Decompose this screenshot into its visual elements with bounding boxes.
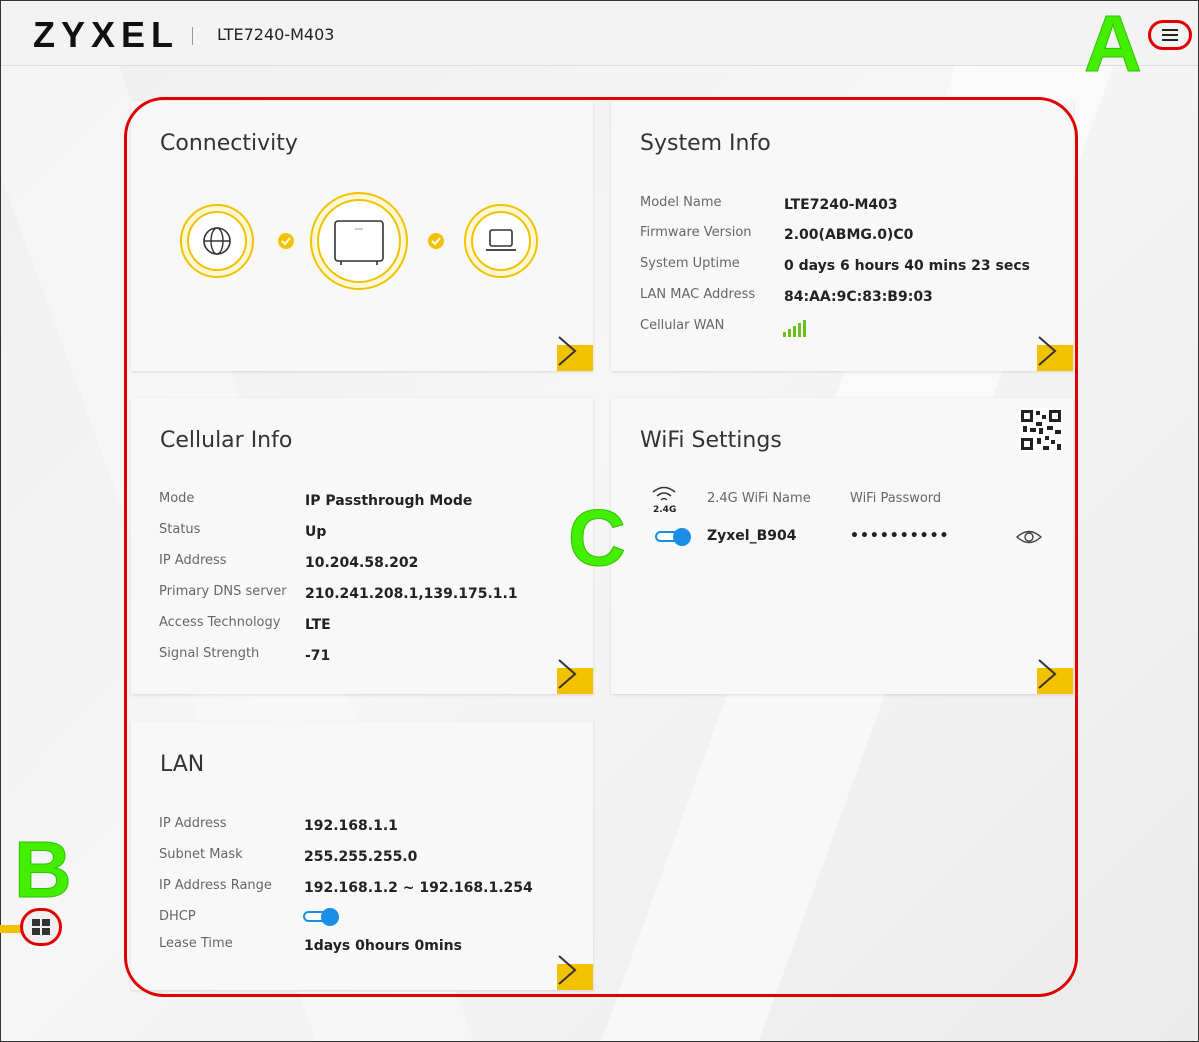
check-icon [428,233,444,249]
lan-card: LAN IP Address 192.168.1.1 Subnet Mask 2… [131,722,593,990]
lan-mac-label: LAN MAC Address [640,287,756,302]
wifi-password-value: •••••••••• [850,528,950,544]
access-technology-value: LTE [305,617,331,633]
wifi-password-header: WiFi Password [850,491,942,506]
dashboard-button[interactable] [20,908,62,946]
signal-strength-label: Signal Strength [159,646,260,661]
lease-time-value: 1days 0hours 0mins [304,938,462,954]
cellular-info-detail-button[interactable] [557,659,593,694]
chevron-right-icon [1038,659,1057,689]
laptop-icon [464,204,538,278]
wifi-icon [652,486,676,501]
router-icon [310,192,408,290]
band-label: 2.4G [653,505,677,515]
wifi-settings-detail-button[interactable] [1037,659,1073,694]
ip-address-range-value: 192.168.1.2 ~ 192.168.1.254 [304,880,533,896]
firmware-version-value: 2.00(ABMG.0)C0 [784,227,914,243]
connectivity-detail-button[interactable] [557,336,593,371]
primary-dns-value: 210.241.208.1,139.175.1.1 [305,586,518,602]
hamburger-icon [1162,29,1178,41]
chevron-right-icon [1038,336,1057,366]
ip-address-value: 10.204.58.202 [305,555,419,571]
brand-logo: ZYXEL [33,14,180,55]
eye-icon[interactable] [1016,528,1042,546]
mode-label: Mode [159,491,195,506]
cellular-wan-label: Cellular WAN [640,318,725,333]
cellular-info-card: Cellular Info Mode IP Passthrough Mode S… [131,398,593,694]
connectivity-diagram [180,192,538,290]
system-uptime-value: 0 days 6 hours 40 mins 23 secs [784,258,1030,274]
wifi-name-header: 2.4G WiFi Name [707,491,811,506]
mode-value: IP Passthrough Mode [305,493,473,509]
ip-address-range-label: IP Address Range [159,878,272,893]
firmware-version-label: Firmware Version [640,225,752,240]
qr-code-icon[interactable] [1019,408,1063,452]
system-uptime-label: System Uptime [640,256,740,271]
lease-time-label: Lease Time [159,936,233,951]
model-name-label: Model Name [640,195,722,210]
chevron-right-icon [558,336,577,366]
chevron-right-icon [558,659,577,689]
dhcp-label: DHCP [159,909,196,924]
globe-icon [180,204,254,278]
card-title: Cellular Info [160,428,293,453]
card-title: System Info [640,131,771,156]
status-value: Up [305,524,327,540]
card-title: Connectivity [160,131,298,156]
lan-detail-button[interactable] [557,955,593,990]
annotation-label-c: C [568,493,627,582]
check-icon [278,233,294,249]
dhcp-toggle[interactable] [303,908,341,926]
status-label: Status [159,522,201,537]
annotation-label-b: B [14,825,73,914]
access-technology-label: Access Technology [159,615,281,630]
model-name: LTE7240-M403 [217,25,335,44]
system-info-detail-button[interactable] [1037,336,1073,371]
top-bar: ZYXEL LTE7240-M403 [1,1,1198,66]
model-name-value: LTE7240-M403 [784,197,898,213]
connectivity-card: Connectivity [131,101,593,371]
signal-strength-value: -71 [305,648,331,664]
header-divider [192,27,193,45]
annotation-label-a: A [1084,0,1143,88]
chevron-right-icon [558,955,577,985]
wifi-settings-card: WiFi Settings 2.4G 2.4G WiFi Name WiFi P… [611,398,1073,694]
lan-ip-address-label: IP Address [159,816,227,831]
main-menu-button[interactable] [1148,20,1192,50]
ip-address-label: IP Address [159,553,227,568]
lan-ip-address-value: 192.168.1.1 [304,818,398,834]
wifi-enable-toggle[interactable] [655,528,693,546]
card-title: LAN [160,752,205,777]
subnet-mask-label: Subnet Mask [159,847,243,862]
primary-dns-label: Primary DNS server [159,584,287,599]
lan-mac-value: 84:AA:9C:83:B9:03 [784,289,933,305]
subnet-mask-value: 255.255.255.0 [304,849,418,865]
signal-strength-icon [783,320,806,337]
card-title: WiFi Settings [640,428,782,453]
dashboard-grid-icon [32,919,50,935]
system-info-card: System Info Model Name LTE7240-M403 Firm… [611,101,1073,371]
wifi-ssid-value: Zyxel_B904 [707,528,797,544]
